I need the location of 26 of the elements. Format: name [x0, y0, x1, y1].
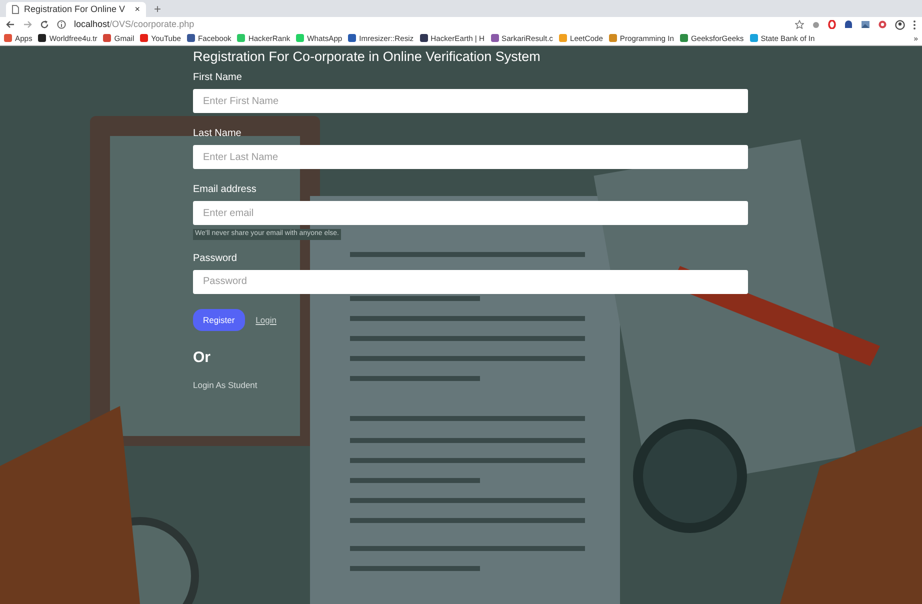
browser-tab[interactable]: Registration For Online V ×	[6, 2, 146, 17]
field-label: First Name	[193, 72, 243, 84]
info-icon[interactable]	[57, 20, 66, 29]
input-field[interactable]: Enter First Name	[193, 89, 748, 113]
image-icon[interactable]	[861, 20, 870, 29]
reload-icon[interactable]	[40, 20, 49, 29]
field-label: Last Name	[193, 128, 242, 140]
student-login-link[interactable]: Login As Student	[193, 380, 258, 390]
login-link[interactable]: Login	[256, 314, 276, 326]
profile-icon[interactable]	[895, 20, 905, 30]
tab-close-button[interactable]: ×	[134, 2, 140, 16]
register-button[interactable]: Register	[193, 308, 245, 332]
new-tab-button[interactable]: +	[154, 2, 162, 17]
input-field[interactable]: Password	[193, 270, 748, 294]
star-icon[interactable]	[795, 20, 804, 29]
address-field[interactable]: localhost/OVS/coorporate.php	[74, 18, 194, 32]
extension-icon[interactable]	[878, 20, 887, 29]
field-label: Email address	[193, 184, 258, 196]
form-title: Registration For Co-orporate in Online Verification System	[193, 48, 542, 66]
back-icon[interactable]	[6, 20, 15, 29]
input-field[interactable]: Enter Last Name	[193, 145, 748, 169]
page-icon	[12, 5, 19, 14]
or-heading: Or	[193, 349, 212, 368]
input-field[interactable]: Enter email	[193, 201, 748, 225]
field-label: Password	[193, 252, 238, 264]
menu-icon[interactable]	[913, 20, 916, 30]
